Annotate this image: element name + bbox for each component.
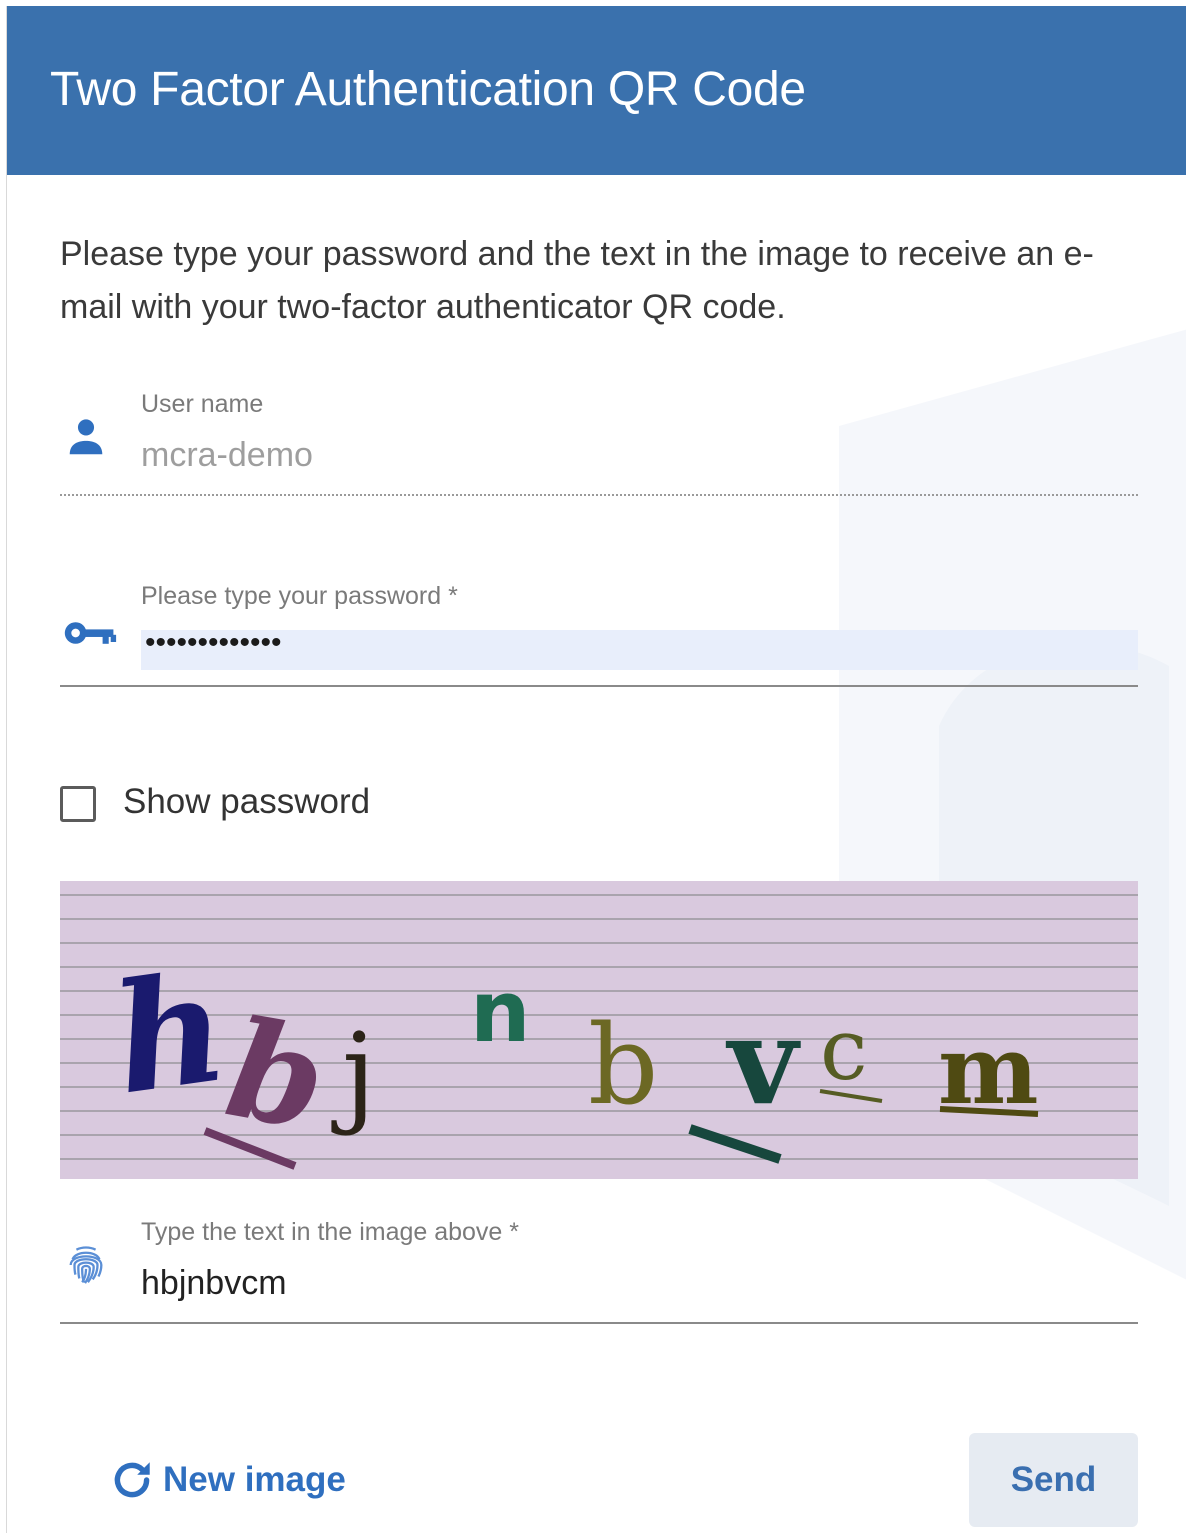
send-button[interactable]: Send	[969, 1433, 1138, 1527]
captcha-char-c: c	[820, 1001, 868, 1100]
password-input[interactable]: •••••••••••••	[141, 626, 1138, 670]
dialog-header: Two Factor Authentication QR Code	[7, 6, 1186, 175]
page-title: Two Factor Authentication QR Code	[50, 63, 806, 116]
person-icon	[69, 419, 103, 455]
password-underline	[60, 685, 1138, 687]
key-icon	[64, 622, 117, 644]
fingerprint-icon	[69, 1246, 103, 1284]
captcha-stroke-2	[688, 1124, 782, 1164]
new-image-label: New image	[163, 1460, 346, 1499]
captcha-input-underline	[60, 1322, 1138, 1324]
password-label: Please type your password *	[141, 582, 458, 610]
captcha-char-n: n	[470, 963, 531, 1062]
captcha-graphic: h b j n b v c m	[60, 894, 1138, 1170]
username-underline	[60, 494, 1138, 496]
captcha-input[interactable]: hbjnbvcm	[141, 1264, 287, 1303]
captcha-char-j: j	[331, 1009, 376, 1137]
refresh-icon	[114, 1462, 150, 1498]
new-image-button[interactable]: New image	[107, 1452, 346, 1508]
captcha-char-v: v	[725, 991, 801, 1132]
captcha-input-label: Type the text in the image above *	[141, 1218, 520, 1246]
username-field: mcra-demo	[141, 436, 313, 474]
show-password-checkbox[interactable]	[60, 786, 96, 822]
two-factor-dialog: Two Factor Authentication QR Code Please…	[6, 6, 1186, 1533]
username-label: User name	[141, 390, 264, 418]
captcha-char-b2: b	[588, 1001, 658, 1129]
instructions-text: Please type your password and the text i…	[60, 235, 1094, 326]
password-masked-value: •••••••••••••	[145, 626, 282, 659]
captcha-image: h b j n b v c m	[60, 881, 1138, 1179]
show-password-label[interactable]: Show password	[123, 782, 370, 822]
